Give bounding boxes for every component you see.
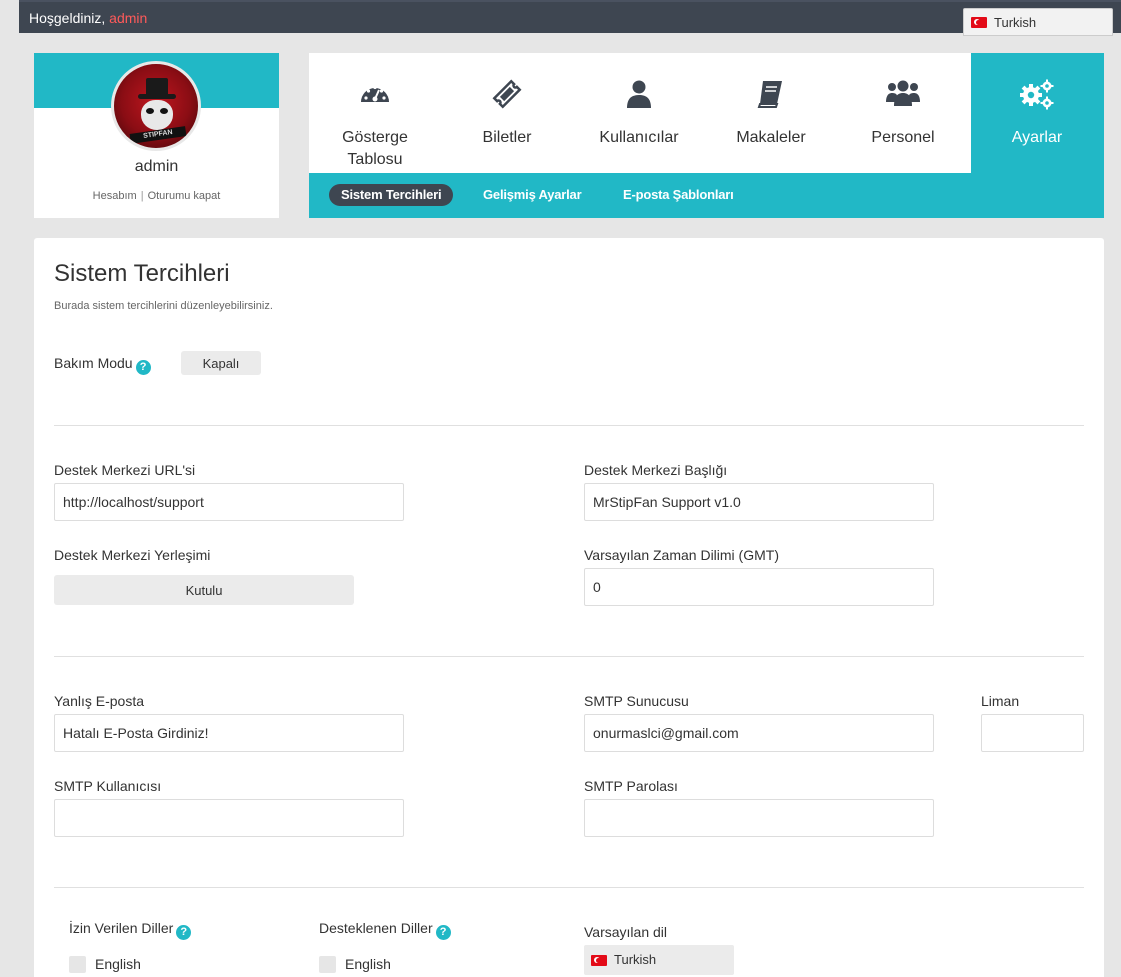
- user-icon: [627, 80, 651, 108]
- profile-links: Hesabım | Oturumu kapat: [34, 190, 279, 202]
- avatar: STIPFAN: [111, 61, 201, 151]
- default-language-label: Varsayılan dil: [584, 924, 668, 940]
- divider: [54, 425, 1084, 426]
- maintenance-mode-toggle[interactable]: Kapalı: [181, 351, 261, 375]
- help-icon[interactable]: ?: [435, 925, 451, 940]
- nav-item-users[interactable]: Kullanıcılar: [573, 53, 705, 173]
- dashboard-icon: [361, 85, 389, 102]
- profile-name: admin: [134, 158, 179, 175]
- smtp-server-input[interactable]: [584, 714, 934, 752]
- wrong-email-label: Yanlış E-posta: [54, 693, 145, 709]
- smtp-password-input[interactable]: [584, 799, 934, 837]
- supported-language-checkbox[interactable]: [319, 956, 336, 973]
- nav-item-label: Ayarlar: [1011, 129, 1063, 146]
- support-title-label: Destek Merkezi Başlığı: [584, 462, 728, 478]
- subnav-advanced-settings[interactable]: Gelişmiş Ayarlar: [483, 184, 582, 206]
- turkey-flag-icon: [591, 955, 607, 966]
- support-url-label: Destek Merkezi URL'si: [54, 462, 196, 478]
- logout-link[interactable]: Oturumu kapat: [148, 190, 221, 202]
- nav-item-label: Biletler: [482, 129, 532, 146]
- maintenance-mode-label: Bakım Modu?: [54, 355, 151, 375]
- default-language-select[interactable]: Turkish: [584, 945, 734, 975]
- account-link[interactable]: Hesabım: [93, 190, 137, 202]
- smtp-password-label: SMTP Parolası: [584, 778, 678, 794]
- port-input[interactable]: [981, 714, 1084, 752]
- nav-item-settings[interactable]: Ayarlar: [971, 53, 1104, 173]
- subnav-system-preferences[interactable]: Sistem Tercihleri: [329, 184, 454, 206]
- subnav-email-templates[interactable]: E-posta Şablonları: [623, 184, 734, 206]
- smtp-server-label: SMTP Sunucusu: [584, 693, 689, 709]
- welcome-text: Hoşgeldiniz,: [29, 10, 110, 26]
- smtp-user-label: SMTP Kullanıcısı: [54, 778, 162, 794]
- book-icon: [757, 81, 782, 108]
- profile-links-separator: |: [140, 190, 144, 202]
- allowed-languages-label: İzin Verilen Diller?: [69, 920, 192, 940]
- nav-item-label: Gösterge Tablosu: [342, 129, 408, 168]
- ticket-icon: [492, 79, 522, 109]
- support-layout-label: Destek Merkezi Yerleşimi: [54, 547, 211, 563]
- profile-card: STIPFAN admin Hesabım | Oturumu kapat: [34, 53, 279, 218]
- welcome-user-name[interactable]: admin: [109, 10, 147, 26]
- support-title-input[interactable]: [584, 483, 934, 521]
- divider: [54, 887, 1084, 888]
- supported-language-label: English: [345, 956, 391, 972]
- nav-item-label: Makaleler: [736, 129, 806, 146]
- default-language-value: Turkish: [614, 952, 657, 967]
- allowed-language-label: English: [95, 956, 141, 972]
- timezone-input[interactable]: [584, 568, 934, 606]
- timezone-label: Varsayılan Zaman Dilimi (GMT): [584, 547, 779, 563]
- settings-panel: Sistem Tercihleri Burada sistem tercihle…: [34, 238, 1104, 977]
- turkey-flag-icon: [971, 17, 987, 28]
- nav-item-label: Personel: [871, 129, 935, 146]
- gears-icon: [1020, 79, 1054, 110]
- language-selector[interactable]: Turkish: [963, 8, 1113, 36]
- support-layout-toggle[interactable]: Kutulu: [54, 575, 354, 605]
- welcome-message: Hoşgeldiniz, admin: [29, 10, 147, 26]
- allowed-language-checkbox[interactable]: [69, 956, 86, 973]
- port-label: Liman: [981, 693, 1020, 709]
- nav-item-tickets[interactable]: Biletler: [441, 53, 573, 173]
- page-title: Sistem Tercihleri: [54, 260, 230, 287]
- users-icon: [886, 80, 920, 106]
- support-url-input[interactable]: [54, 483, 404, 521]
- smtp-user-input[interactable]: [54, 799, 404, 837]
- page-subtitle: Burada sistem tercihlerini düzenleyebili…: [54, 300, 273, 312]
- nav-item-articles[interactable]: Makaleler: [705, 53, 837, 173]
- help-icon[interactable]: ?: [176, 925, 192, 940]
- nav-item-label: Kullanıcılar: [599, 129, 679, 146]
- main-navigation: Gösterge Tablosu Biletler Kullanıcılar M…: [309, 53, 1104, 218]
- divider: [54, 656, 1084, 657]
- nav-item-dashboard[interactable]: Gösterge Tablosu: [309, 53, 441, 173]
- nav-item-staff[interactable]: Personel: [837, 53, 969, 173]
- wrong-email-input[interactable]: [54, 714, 404, 752]
- help-icon[interactable]: ?: [135, 360, 151, 375]
- language-selector-label: Turkish: [994, 15, 1037, 30]
- supported-languages-label: Desteklenen Diller?: [319, 920, 451, 940]
- sub-navigation: Sistem Tercihleri Gelişmiş Ayarlar E-pos…: [309, 173, 1104, 218]
- top-bar: Hoşgeldiniz, admin Turkish: [19, 0, 1121, 36]
